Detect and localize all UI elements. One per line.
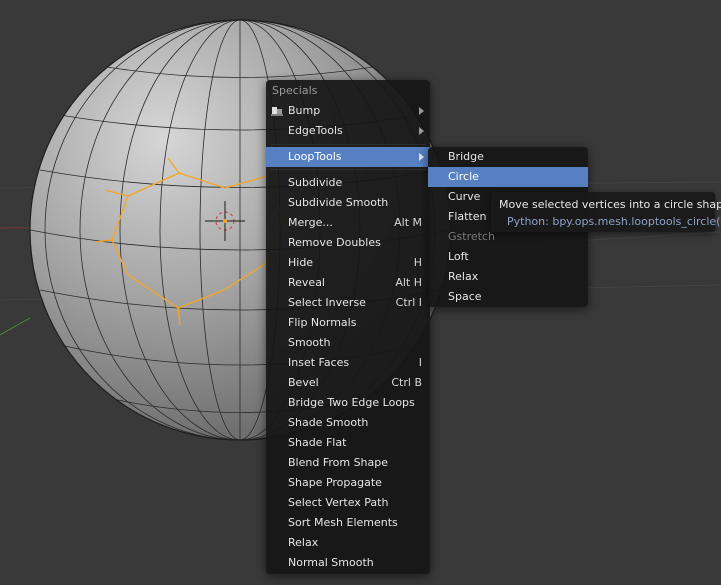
- menu-item-blend-from-shape[interactable]: Blend From Shape: [266, 453, 430, 473]
- menu-separator: [270, 169, 426, 170]
- menu-item-shape-propagate[interactable]: Shape Propagate: [266, 473, 430, 493]
- menu-item-smooth[interactable]: Smooth: [266, 333, 430, 353]
- menu-item-inset-faces[interactable]: Inset Faces I: [266, 353, 430, 373]
- menu-item-label: Reveal: [288, 276, 325, 289]
- menu-item-select-vertex-path[interactable]: Select Vertex Path: [266, 493, 430, 513]
- menu-item-label: Relax: [288, 536, 319, 549]
- menu-item-label: Normal Smooth: [288, 556, 374, 569]
- shortcut-label: I: [418, 356, 422, 369]
- tooltip: Move selected vertices into a circle sha…: [491, 192, 721, 232]
- submenu-arrow-icon: [419, 153, 424, 161]
- menu-item-label: Shade Flat: [288, 436, 347, 449]
- menu-item-label: EdgeTools: [288, 124, 343, 137]
- menu-item-subdivide-smooth[interactable]: Subdivide Smooth: [266, 193, 430, 213]
- menu-item-label: Subdivide Smooth: [288, 196, 389, 209]
- menu-item-label: Blend From Shape: [288, 456, 389, 469]
- submenu-arrow-icon: [419, 107, 424, 115]
- menu-item-label: Shade Smooth: [288, 416, 369, 429]
- tooltip-python-path: Python: bpy.ops.mesh.looptools_circle(): [507, 215, 721, 228]
- menu-item-label: Flatten: [448, 210, 487, 223]
- menu-item-label: Loft: [448, 250, 469, 263]
- menu-item-shade-flat[interactable]: Shade Flat: [266, 433, 430, 453]
- submenu-item-relax[interactable]: Relax: [428, 267, 588, 287]
- menu-item-label: Select Vertex Path: [288, 496, 389, 509]
- menu-item-flip-normals[interactable]: Flip Normals: [266, 313, 430, 333]
- menu-item-subdivide[interactable]: Subdivide: [266, 173, 430, 193]
- menu-title: Specials: [272, 84, 318, 97]
- menu-item-label: Inset Faces: [288, 356, 350, 369]
- menu-item-normal-smooth[interactable]: Normal Smooth: [266, 553, 430, 573]
- menu-item-label: Bump: [288, 104, 321, 117]
- menu-item-merge[interactable]: Merge... Alt M: [266, 213, 430, 233]
- menu-separator: [270, 144, 426, 145]
- menu-item-label: Gstretch: [448, 230, 495, 243]
- menu-item-label: LoopTools: [288, 150, 342, 163]
- menu-item-label: Flip Normals: [288, 316, 357, 329]
- menu-item-looptools[interactable]: LoopTools: [266, 147, 430, 167]
- menu-item-label: Curve: [448, 190, 481, 203]
- menu-item-label: Shape Propagate: [288, 476, 382, 489]
- menu-item-shade-smooth[interactable]: Shade Smooth: [266, 413, 430, 433]
- menu-item-label: Sort Mesh Elements: [288, 516, 398, 529]
- menu-item-hide[interactable]: Hide H: [266, 253, 430, 273]
- submenu-item-space[interactable]: Space: [428, 287, 588, 307]
- menu-item-label: Merge...: [288, 216, 333, 229]
- menu-item-label: Circle: [448, 170, 479, 183]
- menu-item-label: Smooth: [288, 336, 331, 349]
- menu-item-label: Remove Doubles: [288, 236, 381, 249]
- y-axis-line: [0, 317, 31, 336]
- submenu-arrow-icon: [419, 127, 424, 135]
- submenu-item-circle[interactable]: Circle: [428, 167, 588, 187]
- menu-item-label: Hide: [288, 256, 314, 269]
- tooltip-description: Move selected vertices into a circle sha…: [499, 198, 721, 211]
- shortcut-label: H: [413, 256, 422, 269]
- menu-item-label: Bridge: [448, 150, 484, 163]
- menu-item-bump[interactable]: Bump: [266, 101, 430, 121]
- menu-item-label: Bevel: [288, 376, 319, 389]
- submenu-item-bridge[interactable]: Bridge: [428, 147, 588, 167]
- menu-item-reveal[interactable]: Reveal Alt H: [266, 273, 430, 293]
- shortcut-label: Alt M: [394, 216, 422, 229]
- shortcut-label: Ctrl I: [395, 296, 422, 309]
- menu-item-label: Space: [448, 290, 482, 303]
- menu-item-select-inverse[interactable]: Select Inverse Ctrl I: [266, 293, 430, 313]
- specials-menu: Specials Bump EdgeTools LoopTools Subdiv…: [266, 80, 430, 574]
- shortcut-label: Ctrl B: [391, 376, 422, 389]
- menu-item-label: Relax: [448, 270, 479, 283]
- menu-item-relax[interactable]: Relax: [266, 533, 430, 553]
- submenu-item-loft[interactable]: Loft: [428, 247, 588, 267]
- menu-item-remove-doubles[interactable]: Remove Doubles: [266, 233, 430, 253]
- menu-item-sort-mesh-elements[interactable]: Sort Mesh Elements: [266, 513, 430, 533]
- menu-item-edgetools[interactable]: EdgeTools: [266, 121, 430, 141]
- menu-item-label: Select Inverse: [288, 296, 366, 309]
- menu-item-label: Bridge Two Edge Loops: [288, 396, 415, 409]
- shortcut-label: Alt H: [395, 276, 422, 289]
- menu-item-bevel[interactable]: Bevel Ctrl B: [266, 373, 430, 393]
- menu-item-label: Subdivide: [288, 176, 343, 189]
- menu-item-bridge-two-edge-loops[interactable]: Bridge Two Edge Loops: [266, 393, 430, 413]
